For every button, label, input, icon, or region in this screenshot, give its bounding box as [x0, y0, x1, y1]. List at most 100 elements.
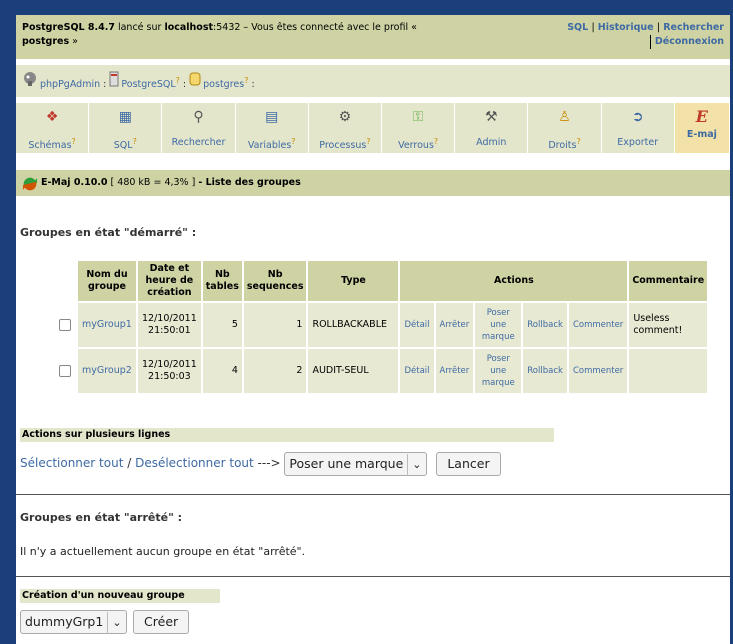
admin-icon: ⚒ [485, 109, 498, 125]
stopped-groups-title: Groupes en état "arrêté" : [20, 511, 183, 524]
row-checkbox[interactable] [59, 318, 71, 331]
tab-admin[interactable]: ⚒ Admin [455, 103, 529, 153]
logout-link[interactable]: Déconnexion [655, 36, 724, 47]
launched-text: lancé sur [114, 22, 165, 33]
tab-search[interactable]: ⚲ Rechercher [162, 103, 236, 153]
top-links: SQL | Historique | Rechercher Déconnexio… [567, 22, 724, 49]
group-comment: Useless comment! [629, 303, 708, 347]
select-all-link[interactable]: Sélectionner tout [20, 456, 123, 470]
nb-sequences: 2 [243, 349, 307, 393]
set-mark-action[interactable]: Poser une marque [475, 349, 522, 393]
table-header-row: Nom du groupe Date et heure de création … [56, 261, 708, 301]
emaj-logo-icon [22, 176, 38, 190]
tab-variables[interactable]: ▤ Variables? [236, 103, 309, 153]
breadcrumb-phppgadmin[interactable]: phpPgAdmin [40, 79, 100, 90]
nb-tables: 5 [202, 303, 242, 347]
nb-sequences: 1 [243, 303, 307, 347]
help-icon[interactable]: ? [244, 76, 248, 85]
stop-action[interactable]: Arrêter [435, 349, 474, 393]
creation-time: 21:50:03 [148, 371, 191, 382]
profile-name: postgres [22, 36, 70, 47]
set-mark-action[interactable]: Poser une marque [475, 303, 522, 347]
launch-button[interactable]: Lancer [436, 451, 501, 476]
stop-action[interactable]: Arrêter [435, 303, 474, 347]
rollback-action[interactable]: Rollback [523, 303, 567, 347]
tab-locks[interactable]: ⚿ Verrous? [382, 103, 456, 153]
detail-action[interactable]: Détail [400, 303, 434, 347]
server-name: PostgreSQL 8.4.7 [22, 22, 115, 33]
create-group-row: dummyGrp1 ⌄ Créer [20, 610, 190, 634]
tab-label: Admin [476, 137, 507, 148]
app-frame: PostgreSQL 8.4.7 lancé sur localhost:543… [16, 15, 730, 644]
create-button[interactable]: Créer [133, 610, 190, 634]
group-type: ROLLBACKABLE [308, 303, 399, 347]
group-name-link[interactable]: myGroup1 [82, 319, 132, 330]
tab-schemas[interactable]: ❖ Schémas? [16, 103, 90, 153]
creation-date: 12/10/2011 [142, 313, 197, 324]
tab-label: Droits [548, 140, 577, 152]
search-icon: ⚲ [193, 109, 204, 125]
help-icon[interactable]: ? [434, 137, 438, 146]
nb-tables: 4 [202, 349, 242, 393]
no-stopped-groups-message: Il n'y a actuellement aucun groupe en ét… [20, 545, 306, 558]
col-name: Nom du groupe [78, 261, 136, 301]
tab-sql[interactable]: ▦ SQL? [89, 103, 163, 153]
processes-icon: ⚙ [338, 109, 352, 125]
breadcrumb-server[interactable]: PostgreSQL [121, 79, 175, 90]
close-quote: » [69, 36, 78, 47]
group-name-link[interactable]: myGroup2 [82, 365, 132, 376]
comment-action[interactable]: Commenter [568, 303, 628, 347]
arrow-text: ---> [253, 456, 285, 470]
multi-action-select[interactable]: Poser une marque ⌄ [284, 451, 427, 476]
tab-emaj[interactable]: E E-maj [674, 103, 730, 153]
tab-label: Exporter [617, 137, 659, 148]
sql-icon: ▦ [118, 109, 132, 125]
breadcrumb-sep: : [182, 79, 187, 91]
col-nb-sequences: Nb sequences [243, 261, 307, 301]
creation-date: 12/10/2011 [142, 359, 197, 370]
new-group-select[interactable]: dummyGrp1 ⌄ [20, 610, 127, 634]
server-info-bar: PostgreSQL 8.4.7 lancé sur localhost:543… [16, 15, 730, 59]
selected-action: Poser une marque [289, 455, 404, 471]
row-checkbox[interactable] [59, 364, 71, 377]
multi-actions-title: Actions sur plusieurs lignes [20, 428, 554, 442]
emaj-title-bar: E-Maj 0.10.0 [ 480 kB = 4,3% ] - Liste d… [16, 170, 730, 196]
group-comment [629, 349, 708, 393]
create-group-title: Création d'un nouveau groupe [20, 589, 220, 603]
history-link[interactable]: Historique [598, 22, 654, 33]
server-info-text: PostgreSQL 8.4.7 lancé sur localhost:543… [22, 21, 462, 49]
started-groups-table: Nom du groupe Date et heure de création … [54, 259, 709, 395]
tab-processes[interactable]: ⚙ Processus? [309, 103, 383, 153]
selected-group: dummyGrp1 [25, 614, 104, 629]
tab-label: SQL [113, 140, 133, 152]
sql-link[interactable]: SQL [567, 22, 588, 33]
table-row: myGroup2 12/10/2011 21:50:03 4 2 AUDIT-SE… [56, 349, 708, 393]
emaj-version: E-Maj 0.10.0 [41, 177, 108, 188]
help-icon[interactable]: ? [133, 137, 137, 146]
help-icon[interactable]: ? [366, 137, 370, 146]
group-type: AUDIT-SEUL [308, 349, 399, 393]
table-row: myGroup1 12/10/2011 21:50:01 5 1 ROLLBACK… [56, 303, 708, 347]
creation-time: 21:50:01 [148, 325, 191, 336]
deselect-all-link[interactable]: Desélectionner tout [135, 456, 254, 470]
help-icon[interactable]: ? [176, 76, 180, 85]
emaj-icon: E [695, 107, 708, 126]
search-link[interactable]: Rechercher [663, 22, 724, 33]
rollback-action[interactable]: Rollback [523, 349, 567, 393]
help-icon[interactable]: ? [291, 137, 295, 146]
comment-action[interactable]: Commenter [568, 349, 628, 393]
tab-label: Schémas [28, 140, 72, 152]
detail-action[interactable]: Détail [400, 349, 434, 393]
multi-actions-row: Sélectionner tout / Desélectionner tout … [20, 451, 501, 476]
privileges-icon: ♙ [558, 109, 571, 125]
help-icon[interactable]: ? [576, 137, 580, 146]
tab-privileges[interactable]: ♙ Droits? [528, 103, 602, 153]
col-actions: Actions [400, 261, 628, 301]
help-icon[interactable]: ? [72, 137, 76, 146]
tab-export[interactable]: ➲ Exporter [602, 103, 675, 153]
tab-label: Processus [319, 140, 367, 152]
tab-label: Verrous [398, 140, 434, 152]
breadcrumb-database[interactable]: postgres [203, 79, 244, 90]
locks-icon: ⚿ [412, 109, 424, 125]
divider [16, 576, 730, 577]
